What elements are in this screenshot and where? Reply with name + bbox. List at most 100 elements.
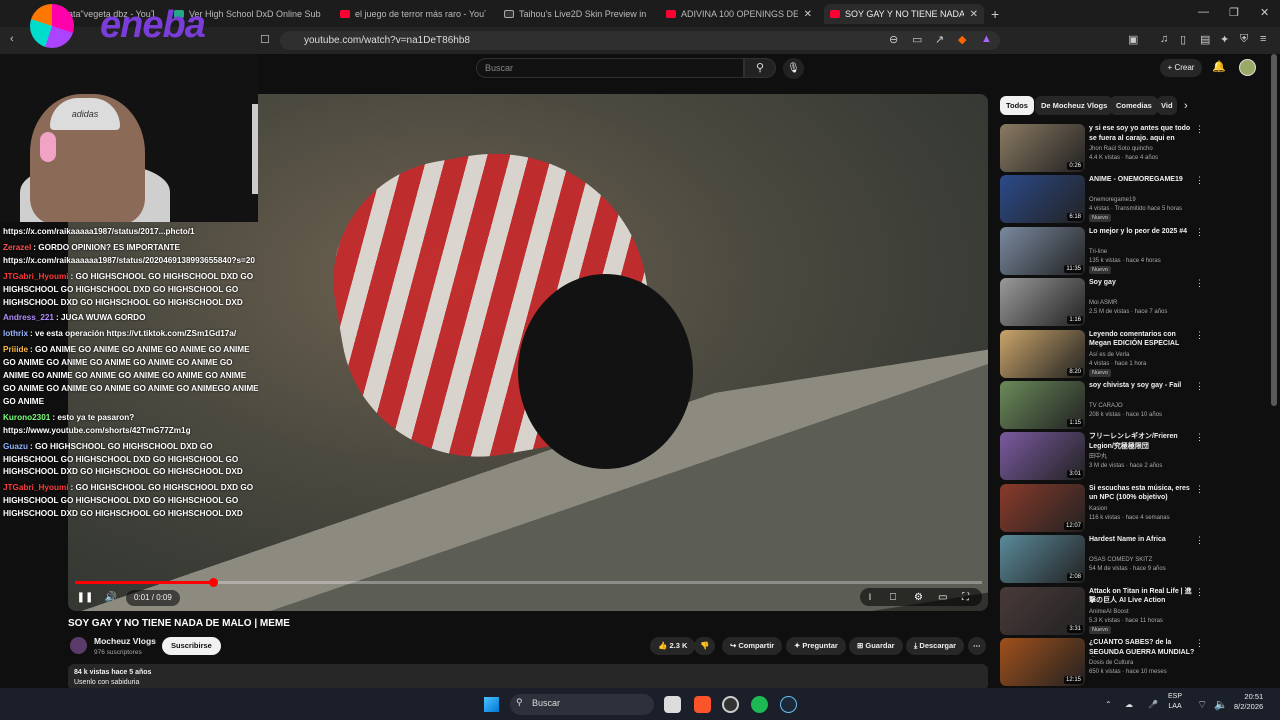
cast-icon[interactable]: ▭ xyxy=(912,33,922,46)
recommended-title[interactable]: y si ese soy yo antes que todo se fuera … xyxy=(1089,124,1195,143)
recommended-channel[interactable]: Tri-line xyxy=(1089,248,1107,256)
ai-icon[interactable]: ✦ xyxy=(1220,33,1229,46)
recommended-title[interactable]: soy chivista y soy gay - Fail xyxy=(1089,381,1195,391)
cloud-icon[interactable]: ☁ xyxy=(1125,700,1133,709)
recommended-channel[interactable]: 田中丸 xyxy=(1089,453,1107,461)
media-icon[interactable]: ♫ xyxy=(1160,33,1168,45)
chip-comedy[interactable]: Comedias xyxy=(1110,96,1158,115)
close-window-button[interactable]: ✕ xyxy=(1260,6,1269,19)
recommended-video[interactable]: 0:26 y si ese soy yo antes que todo se fu… xyxy=(1000,124,1205,172)
video-thumbnail[interactable]: 11:35 xyxy=(1000,226,1085,275)
more-options-icon[interactable]: ⋮ xyxy=(1195,432,1204,443)
save-button[interactable]: ⊞ Guardar xyxy=(849,637,903,655)
recommended-title[interactable]: Leyendo comentarios con Megan EDICIÓN ES… xyxy=(1089,330,1195,349)
recommended-title[interactable]: ¿CUÁNTO SABES? de la SEGUNDA GUERRA MUND… xyxy=(1089,638,1195,657)
clock[interactable]: 20:51 8/2/2026 xyxy=(1234,692,1263,712)
recommended-title[interactable]: フリーレンレギオン/Frieren Legion/究極極限団 xyxy=(1089,432,1195,451)
download-button[interactable]: ⤓ Descargar xyxy=(906,637,965,655)
search-input[interactable]: Buscar xyxy=(476,58,744,78)
recommended-channel[interactable]: Así es de Verla xyxy=(1089,351,1129,359)
like-button[interactable]: 👍 2.3 K xyxy=(650,637,696,655)
more-options-icon[interactable]: ⋮ xyxy=(1195,175,1204,186)
recommended-video[interactable]: 3:31 Attack on Titan in Real Life | 進撃の巨人… xyxy=(1000,586,1205,635)
vpn-icon[interactable]: ⛨ xyxy=(1240,33,1248,46)
fullscreen-icon[interactable]: ⛶ xyxy=(962,590,969,606)
recommended-title[interactable]: Attack on Titan in Real Life | 進撃の巨人 AI … xyxy=(1089,587,1195,606)
recommended-title[interactable]: Lo mejor y lo peor de 2025 #4 xyxy=(1089,227,1195,237)
video-thumbnail[interactable]: 3:31 xyxy=(1000,586,1085,635)
recommended-video[interactable]: 1:16 Soy gay Moi ASMR 2.5 M de vistas · hac… xyxy=(1000,278,1205,327)
miniplayer-icon[interactable]: ▭ xyxy=(938,590,947,606)
recommended-channel[interactable]: Kasion xyxy=(1089,505,1107,513)
close-tab-icon[interactable]: ✕ xyxy=(804,9,812,20)
language-indicator[interactable]: ESP LAA xyxy=(1168,692,1182,712)
subscribe-button[interactable]: Suscribirse xyxy=(162,637,221,655)
dislike-button[interactable]: 👎 xyxy=(694,637,716,655)
channel-avatar[interactable] xyxy=(70,637,87,654)
ask-button[interactable]: ✦ Preguntar xyxy=(786,637,846,655)
browser-tab[interactable]: Taihou's Live2D Skin Preview in Azur xyxy=(498,4,654,24)
maximize-button[interactable]: ❐ xyxy=(1229,6,1239,19)
more-options-icon[interactable]: ⋮ xyxy=(1195,227,1204,238)
more-options-icon[interactable]: ⋮ xyxy=(1195,587,1204,598)
video-thumbnail[interactable]: 1:15 xyxy=(1000,381,1085,429)
microphone-icon[interactable]: 🎙 xyxy=(783,58,804,79)
video-thumbnail[interactable]: 12:15 xyxy=(1000,638,1085,686)
recommended-video[interactable]: 11:35 Lo mejor y lo peor de 2025 #4 Tri-li… xyxy=(1000,226,1205,275)
recommended-video[interactable]: 3:01 フリーレンレギオン/Frieren Legion/究極極限団 田中丸 3 M… xyxy=(1000,432,1205,481)
zoom-icon[interactable]: ⊖ xyxy=(889,33,898,46)
brave-shield-icon[interactable]: ◆ xyxy=(958,33,966,46)
browser-tab[interactable]: ADIVINA 100 OPENINGS DE ANI✕ xyxy=(660,4,818,24)
video-thumbnail[interactable]: 8:20 xyxy=(1000,329,1085,378)
obs-icon[interactable] xyxy=(722,696,739,713)
spotify-icon[interactable] xyxy=(751,696,768,713)
recommended-video[interactable]: 12:15 ¿CUÁNTO SABES? de la SEGUNDA GUERRA… xyxy=(1000,638,1205,686)
recommended-title[interactable]: ANIME - ONEMOREGAME19 xyxy=(1089,175,1195,185)
speaker-icon[interactable]: 🔈 xyxy=(1214,698,1228,711)
recommended-video[interactable]: 6:18 ANIME - ONEMOREGAME19 Onemoregame19 4 … xyxy=(1000,175,1205,224)
recommended-channel[interactable]: Onemoregame19 xyxy=(1089,196,1136,204)
share-button[interactable]: ↪ Compartir xyxy=(722,637,783,655)
minimize-button[interactable]: — xyxy=(1198,6,1209,18)
channel-name[interactable]: Mocheuz Vlogs xyxy=(94,636,156,646)
sidebar-icon[interactable]: ▣ xyxy=(1128,33,1138,46)
chevron-right-icon[interactable]: › xyxy=(1184,100,1188,112)
reader-icon[interactable]: ▯ xyxy=(1180,33,1186,46)
more-options-icon[interactable]: ⋮ xyxy=(1195,638,1204,649)
taskbar-search[interactable]: ⚲ Buscar xyxy=(510,694,654,715)
more-actions-icon[interactable]: ⋯ xyxy=(968,637,986,655)
file-explorer-icon[interactable] xyxy=(664,696,681,713)
recommended-video[interactable]: 1:15 soy chivista y soy gay - Fail TV CARA… xyxy=(1000,381,1205,429)
notifications-icon[interactable]: 🔔 xyxy=(1212,60,1226,73)
recommended-title[interactable]: Si escuchas esta música, eres un NPC (10… xyxy=(1089,484,1195,503)
new-tab-button[interactable]: + xyxy=(991,6,999,22)
scrollbar[interactable] xyxy=(1271,54,1277,406)
search-icon[interactable]: ⚲ xyxy=(744,58,776,78)
wifi-icon[interactable]: ⌔ xyxy=(1197,698,1207,712)
recommended-channel[interactable]: AnimeAI Boost xyxy=(1089,608,1129,616)
recommended-channel[interactable]: OSAS COMEDY SKITZ xyxy=(1089,556,1152,564)
recommended-video[interactable]: 12:07 Si escuchas esta música, eres un NP… xyxy=(1000,483,1205,532)
subtitles-icon[interactable]: ⎕ xyxy=(890,590,896,606)
video-thumbnail[interactable]: 0:26 xyxy=(1000,124,1085,172)
video-thumbnail[interactable]: 2:08 xyxy=(1000,535,1085,584)
recommended-channel[interactable]: TV CARAJO xyxy=(1089,402,1123,410)
chevron-up-icon[interactable]: ⌃ xyxy=(1105,700,1112,709)
chip-all[interactable]: Todos xyxy=(1000,96,1034,115)
windows-start-icon[interactable] xyxy=(484,697,499,712)
recommended-video[interactable]: 2:08 Hardest Name in Africa OSAS COMEDY SK… xyxy=(1000,535,1205,584)
more-options-icon[interactable]: ⋮ xyxy=(1195,381,1204,392)
chip-more[interactable]: Vid xyxy=(1157,96,1177,115)
create-button[interactable]: + Crear xyxy=(1160,59,1202,77)
video-thumbnail[interactable]: 1:16 xyxy=(1000,278,1085,327)
more-options-icon[interactable]: ⋮ xyxy=(1195,278,1204,289)
progress-knob[interactable] xyxy=(209,578,218,587)
wallet-icon[interactable]: ▤ xyxy=(1200,33,1210,46)
share-icon[interactable]: ↗ xyxy=(935,33,944,46)
bookmark-icon[interactable]: ☐ xyxy=(260,33,270,46)
more-options-icon[interactable]: ⋮ xyxy=(1195,124,1204,135)
close-tab-icon[interactable]: ✕ xyxy=(970,9,978,20)
video-thumbnail[interactable]: 6:18 xyxy=(1000,175,1085,224)
settings-icon[interactable]: ⚙ xyxy=(914,590,923,606)
more-options-icon[interactable]: ⋮ xyxy=(1195,535,1204,546)
